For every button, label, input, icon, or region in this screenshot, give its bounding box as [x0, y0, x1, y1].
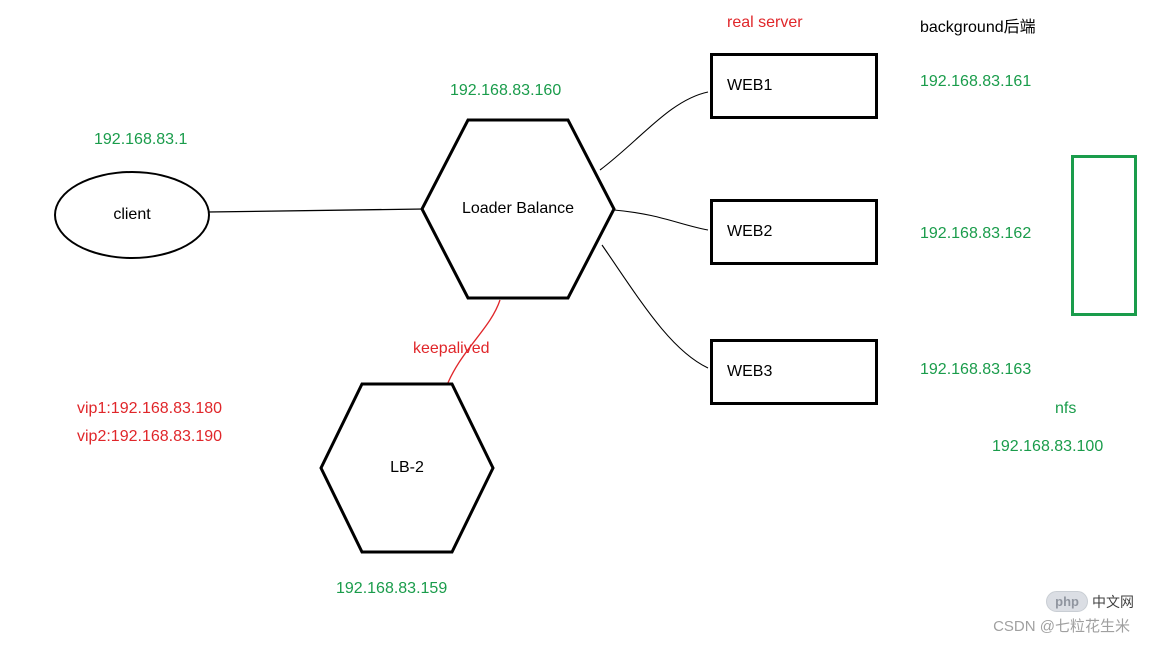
csdn-watermark: CSDN @七粒花生米 — [993, 615, 1130, 636]
real-server-header: real server — [727, 14, 803, 32]
vip2-label: vip2:192.168.83.190 — [77, 428, 222, 446]
web2-label: WEB2 — [727, 223, 772, 241]
web1-ip: 192.168.83.161 — [920, 73, 1031, 91]
web2-node: WEB2 — [710, 199, 878, 265]
web2-ip: 192.168.83.162 — [920, 225, 1031, 243]
web3-label: WEB3 — [727, 363, 772, 381]
nfs-label: nfs — [1055, 400, 1076, 418]
nfs-node — [1071, 155, 1137, 316]
lb-label: Loader Balance — [462, 200, 574, 218]
lb-ip-label: 192.168.83.160 — [450, 82, 561, 100]
lb-node: Loader Balance — [418, 116, 618, 302]
lb2-node: LB-2 — [317, 380, 497, 556]
php-watermark: php 中文网 — [1046, 591, 1134, 612]
connection-lines — [0, 0, 1152, 648]
web3-ip: 192.168.83.163 — [920, 361, 1031, 379]
php-pill-icon: php — [1046, 591, 1088, 612]
web1-node: WEB1 — [710, 53, 878, 119]
client-ip-label: 192.168.83.1 — [94, 131, 187, 149]
keepalived-label: keepalived — [413, 340, 490, 358]
client-label: client — [113, 206, 150, 224]
lb2-label: LB-2 — [390, 459, 424, 477]
vip1-label: vip1:192.168.83.180 — [77, 400, 222, 418]
lb2-ip-label: 192.168.83.159 — [336, 580, 447, 598]
php-cn-text: 中文网 — [1092, 592, 1134, 612]
background-header: background后端 — [920, 13, 1036, 37]
diagram-stage: 192.168.83.1 client 192.168.83.160 Loade… — [0, 0, 1152, 648]
client-node: client — [54, 171, 210, 259]
web3-node: WEB3 — [710, 339, 878, 405]
nfs-ip: 192.168.83.100 — [992, 438, 1103, 456]
web1-label: WEB1 — [727, 77, 772, 95]
